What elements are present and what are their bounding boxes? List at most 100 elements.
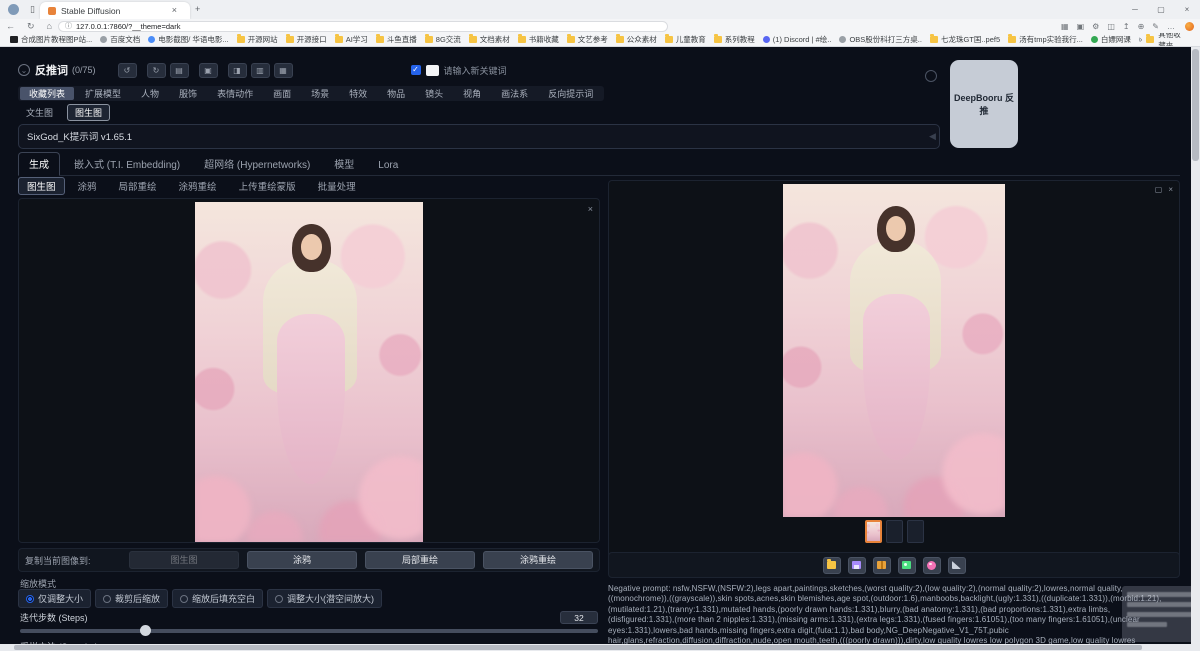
new-tab-button[interactable]: + [190,0,205,19]
bookmark-item[interactable]: 系列教程 [710,34,759,45]
img2img-tab[interactable]: 批量处理 [309,177,365,195]
slider-handle[interactable] [140,625,151,636]
clear-image-icon[interactable]: × [588,204,593,214]
category-tab[interactable]: 服饰 [170,87,206,100]
gallery-thumbnail-selected[interactable] [865,520,882,543]
category-tab[interactable]: 人物 [132,87,168,100]
bookmark-item[interactable]: 合成图片教程图P站... [6,34,96,45]
prompt-tool-icon[interactable]: ↺ [118,63,137,78]
emoji-icon[interactable] [925,70,937,82]
img2img-tab[interactable]: 涂鸦 [69,177,106,195]
gallery-thumbnail[interactable] [907,520,924,543]
category-tab[interactable]: 画面 [264,87,300,100]
save-button[interactable] [848,557,866,574]
bookmark-item[interactable]: (1) Discord | #绘.. [759,34,836,45]
horizontal-scrollbar-thumb[interactable] [14,645,1142,650]
other-bookmarks-label[interactable]: 其他收藏夹 [1158,33,1186,46]
bookmark-item[interactable]: 文艺参考 [563,34,612,45]
category-tab[interactable]: 视角 [454,87,490,100]
prompt-tool-icon[interactable]: ▦ [274,63,293,78]
open-folder-button[interactable] [823,557,841,574]
img2img-tab[interactable]: 图生图 [18,177,65,195]
img2img-tab[interactable]: 局部重绘 [110,177,166,195]
send-to-img2img-button[interactable] [898,557,916,574]
tab-close-icon[interactable]: × [167,1,182,20]
toolbar-action-icon[interactable]: ↥ [1119,22,1134,31]
back-icon[interactable]: ← [0,21,21,31]
browser-profile-avatar[interactable] [8,4,19,15]
bookmark-item[interactable]: 电影截图/ 华语电影... [144,34,232,45]
bookmark-item[interactable]: 汤有tmp实验我行... [1004,34,1087,45]
main-tab[interactable]: 嵌入式 (T.I. Embedding) [64,153,190,175]
refresh-icon[interactable]: ↻ [21,21,41,32]
category-tab[interactable]: 场景 [302,87,338,100]
img2img-tab[interactable]: 上传重绘蒙版 [230,177,305,195]
minimize-button[interactable]: ─ [1122,0,1148,19]
category-tab[interactable]: 特效 [340,87,376,100]
category-tab[interactable]: 扩展模型 [76,87,130,100]
bookmark-item[interactable]: 白嫖网课 [1087,34,1135,45]
vertical-tabs-icon[interactable]: ▯ [25,0,40,19]
category-tab[interactable]: 镜头 [416,87,452,100]
toolbar-action-icon[interactable]: ▦ [1057,22,1073,31]
close-preview-icon[interactable]: × [1168,185,1173,194]
vertical-scrollbar[interactable] [1191,47,1200,651]
bookmark-item[interactable]: 开源接口 [282,34,331,45]
prompt-tool-icon[interactable]: ▥ [251,63,270,78]
prompt-tool-icon[interactable]: ▤ [170,63,189,78]
keyword-checkbox[interactable]: ✓ [411,65,421,75]
close-button[interactable]: × [1174,0,1200,19]
bookmark-item[interactable]: 书籍收藏 [514,34,563,45]
site-info-icon[interactable]: ⓘ [65,21,72,31]
bookmark-item[interactable]: OBS股份科打三方桌.. [835,34,926,45]
gallery-thumbnail[interactable] [886,520,903,543]
toolbar-action-icon[interactable]: ✎ [1148,22,1163,31]
bookmark-item[interactable]: 儿童教育 [661,34,710,45]
address-bar[interactable]: ⓘ 127.0.0.1:7860/?__theme=dark [58,21,668,32]
vertical-scrollbar-thumb[interactable] [1192,49,1199,161]
source-image-area[interactable]: × [18,198,600,543]
chevron-right-icon[interactable]: › [1140,35,1143,44]
prompt-input[interactable]: SixGod_K提示词 v1.65.1 [18,124,940,149]
copilot-icon[interactable] [1185,22,1194,31]
horizontal-scrollbar[interactable] [0,644,1191,651]
category-tab[interactable]: 反向提示词 [539,87,602,100]
bookmark-item[interactable]: 文档素材 [465,34,514,45]
prompt-tool-icon[interactable]: ◨ [228,63,247,78]
deepbooru-interrogate-button[interactable]: DeepBooru 反推 [950,60,1018,148]
copy-target-button[interactable]: 局部重绘 [365,551,475,569]
prompt-tool-icon[interactable]: ▣ [199,63,218,78]
toolbar-action-icon[interactable]: ▣ [1073,22,1089,31]
bookmark-item[interactable]: 百度文档 [96,34,144,45]
keyword-input[interactable] [426,65,439,76]
mode-tab[interactable]: 图生图 [67,104,110,121]
bookmark-item[interactable]: 公众素材 [612,34,661,45]
prompt-collapse-icon[interactable]: ◀ [929,131,936,142]
toolbar-action-icon[interactable]: ⊕ [1134,22,1149,31]
img2img-tab[interactable]: 涂鸦重绘 [170,177,226,195]
category-tab[interactable]: 收藏列表 [20,87,74,100]
bookmark-item[interactable]: 开源网站 [233,34,282,45]
collapse-icon[interactable]: ⌄ [18,64,30,76]
main-tab[interactable]: 超网络 (Hypernetworks) [194,153,320,175]
copy-target-button[interactable]: 涂鸦重绘 [483,551,593,569]
toolbar-action-icon[interactable]: … [1163,22,1179,31]
resize-mode-radio[interactable]: 裁剪后缩放 [95,589,168,608]
bookmark-item[interactable]: AI学习 [331,34,372,45]
toolbar-action-icon[interactable]: ◫ [1103,22,1119,31]
prompt-tool-icon[interactable]: ↻ [147,63,166,78]
steps-value-input[interactable]: 32 [560,611,598,624]
toolbar-action-icon[interactable]: ⚙ [1088,22,1103,31]
mode-tab[interactable]: 文生图 [18,104,61,121]
maximize-button[interactable]: ▢ [1148,0,1174,19]
bookmark-item[interactable]: 七龙珠GT国..pef5 [926,34,1004,45]
send-to-extras-button[interactable] [948,557,966,574]
fullscreen-icon[interactable]: ▢ [1155,185,1163,194]
category-tab[interactable]: 画法系 [492,87,537,100]
main-tab[interactable]: Lora [368,157,408,175]
bookmark-item[interactable]: 8G交流 [421,34,465,45]
resize-mode-radio[interactable]: 调整大小(潜空间放大) [267,589,382,608]
copy-target-button[interactable]: 涂鸦 [247,551,357,569]
steps-slider[interactable] [20,629,598,633]
result-image[interactable] [783,184,1005,517]
